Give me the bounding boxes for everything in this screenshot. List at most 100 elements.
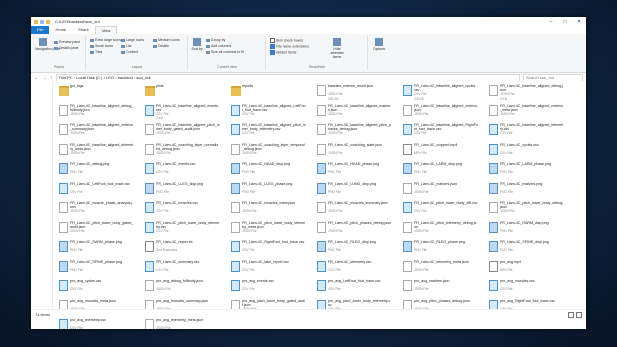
navigation-pane[interactable] [31, 81, 53, 319]
file-tile[interactable]: FR_Liam-4C_LeftFoot_foot_trace.csv CSV Fi… [59, 181, 135, 201]
medium-icons-option[interactable]: Medium icons [153, 38, 180, 42]
file-tile[interactable]: FR_Liam-4C_baseline_aligned_LeftFoot_foo… [231, 103, 307, 123]
tab-home[interactable]: Home [49, 26, 72, 34]
minimize-button[interactable]: – [544, 19, 558, 25]
file-tile[interactable]: FR_Liam-4C_pitch_lower_body_telemetry.cs… [145, 220, 221, 240]
file-tile[interactable]: FR_Liam-4C_baseline_aligned_markers.json… [317, 103, 393, 123]
file-tile[interactable]: FR_Liam-4C_debug.png PNG File [59, 161, 135, 181]
add-columns-button[interactable]: Add columns [206, 44, 231, 48]
close-button[interactable]: ✕ [572, 19, 586, 25]
file-tile[interactable]: FR_Liam-4C_LLEG_phase.png PNG File [231, 181, 307, 201]
file-tile[interactable]: FR_Liam-4C_RARM_phase.png PNG File [59, 239, 135, 259]
file-tile[interactable]: FR_Liam-4C_report.txt Text Document [145, 239, 221, 259]
small-icons-option[interactable]: Small icons [90, 44, 113, 48]
file-tile[interactable]: pro_avg_debug_fullbody.json JSON File [145, 278, 221, 298]
tiles-option[interactable]: Tiles [90, 50, 102, 54]
list-option[interactable]: List [121, 44, 131, 48]
file-tile[interactable]: FR_Liam-4C_pitch_lower_body_gated_audit.… [59, 220, 135, 240]
save-icon[interactable] [40, 19, 44, 24]
file-tile[interactable]: FR_Liam-4C_baseline_aligned_RightFoot_fo… [403, 122, 479, 142]
file-tile[interactable]: pro_avg_muscles.csv CSV File [489, 278, 565, 298]
file-tile[interactable]: FR_Liam-4C_baseline_aligned_metrics.json… [403, 103, 479, 123]
file-tile[interactable]: pro_avg.mp4 MP4 File [489, 259, 565, 279]
file-tile[interactable]: FR_Liam-4C_baseline_aligned_telemetry_me… [59, 142, 135, 162]
file-tile[interactable]: FR_Liam-4C_LARM_phase.png PNG File [489, 161, 565, 181]
file-tile[interactable]: FR_Liam-4C_pitch_telemetry_debug.json JSO… [403, 220, 479, 240]
file-tile[interactable]: FR_Liam-4C_HEAD_phase.png PNG File [317, 161, 393, 181]
details-pane-button[interactable]: Details pane [54, 46, 78, 50]
content-option[interactable]: Content [121, 50, 138, 54]
file-tile[interactable]: FR_Liam-4C_baseline_aligned_debug.json JS… [489, 83, 565, 103]
file-tile[interactable]: gui_logs [59, 83, 135, 103]
file-tile[interactable]: pro_avg_LeftFoot_foot_trace.csv CSV File [317, 278, 393, 298]
details-option[interactable]: Details [153, 44, 169, 48]
file-tile[interactable]: FR_Liam-4C_baseline_aligned_metrics_summ… [59, 122, 135, 142]
item-check-boxes-toggle[interactable]: Item check boxes [270, 38, 303, 43]
file-tile[interactable]: FR_Liam-4C_HEAD_disp.png PNG File [231, 161, 307, 181]
file-tile[interactable]: FR_Liam-4C_LUNG_disp.png PNG File [317, 181, 393, 201]
file-tile[interactable]: FR_Liam-4C_LLEG_disp.png PNG File [145, 181, 221, 201]
file-tile[interactable]: FR_Liam-4C_baseline_aligned_cycles.csv CS… [403, 83, 479, 103]
maximize-button[interactable]: □ [558, 19, 572, 25]
file-tile[interactable]: FR_Liam-4C_SPINE_phase.png PNG File [59, 259, 135, 279]
file-tile[interactable]: FR_Liam-4C_cycles.csv CSV File [489, 142, 565, 162]
file-tile[interactable]: FR_Liam-4C_RLEG_disp.png PNG File [317, 239, 393, 259]
file-tile[interactable]: FR_Liam-4C_summary.csv CSV File [145, 259, 221, 279]
file-tile[interactable]: FR_Liam-4C_SPINE_disp.png PNG File [489, 239, 565, 259]
file-tile[interactable]: FR_Liam-4C_baseline_aligned_pitch_lower_… [145, 122, 221, 142]
file-tile[interactable]: FR_Liam-4C_coaching_layer_temporal_debug… [231, 142, 307, 162]
file-tile[interactable]: baseline_metrics_result.json JSON File 205… [317, 83, 393, 103]
up-arrow-icon[interactable]: ↑ [50, 75, 53, 81]
file-tile[interactable]: FR_Liam-4C_baseline_aligned_telemetry.cs… [489, 122, 565, 142]
file-tile[interactable]: FR_Liam-4C_markers.png PNG File [489, 181, 565, 201]
file-tile[interactable]: FR_Liam-4C_pitch_lower_body_diff.csv CSV … [403, 200, 479, 220]
new-folder-icon[interactable] [46, 19, 50, 24]
folder-icon[interactable] [34, 19, 38, 24]
file-tile[interactable]: FR_Liam-4C_take_report.csv CSV File [231, 259, 307, 279]
sort-by-button[interactable]: Sort by [191, 38, 203, 51]
file-tile[interactable]: FR_Liam-4C_RLEG_phase.png PNG File [403, 239, 479, 259]
tab-share[interactable]: Share [72, 26, 95, 34]
file-tile[interactable]: FR_Liam-4C_events.csv CSV File [145, 161, 221, 181]
file-tile[interactable]: FR_Liam-4C_cropped.mp4 MP4 File [403, 142, 479, 162]
file-tile[interactable]: FR_Liam-4C_pitch_phases_debug.json JSON F… [317, 220, 393, 240]
preview-pane-button[interactable]: Preview pane [54, 40, 80, 44]
file-tile[interactable]: pro_avg_markers.json JSON File [403, 278, 479, 298]
file-tile[interactable]: plots [145, 83, 221, 103]
file-tile[interactable]: FR_Liam-4C_telemetry.csv CSV File [317, 259, 393, 279]
file-tile[interactable]: reports [231, 83, 307, 103]
group-by-button[interactable]: Group by [206, 38, 225, 42]
file-tile[interactable]: FR_Liam-4C_baseline_aligned_metrics_meta… [489, 103, 565, 123]
options-button[interactable]: Options [372, 38, 386, 51]
file-extensions-toggle[interactable]: File name extensions [270, 44, 309, 49]
file-tile[interactable]: FR_Liam-4C_coaching_layer_normalized_deb… [145, 142, 221, 162]
back-arrow-icon[interactable]: ← [34, 75, 39, 81]
navigation-pane-button[interactable]: Navigation pane [35, 38, 60, 51]
hidden-items-toggle[interactable]: Hidden items [270, 50, 296, 55]
file-tile[interactable]: FR_Liam-4C_pitch_lower_body_telemetry_me… [231, 220, 307, 240]
file-tile[interactable]: FR_Liam-4C_pitch_lower_body_debug.json JS… [489, 200, 565, 220]
file-tile[interactable]: FR_Liam-4C_baseline_aligned_pitch_lower_… [231, 122, 307, 142]
file-tile[interactable]: pro_avg_cycles.csv CSV File [59, 278, 135, 298]
file-tile[interactable]: FR_Liam-4C_baseline_aligned_debug_fullbo… [59, 103, 135, 123]
size-columns-button[interactable]: Size all columns to fit [206, 50, 244, 54]
file-tile[interactable]: FR_Liam-4C_baseline_aligned_pitch_phases… [317, 122, 393, 142]
tab-file[interactable]: File [31, 26, 50, 34]
file-tile[interactable]: FR_Liam-4C_coaching_state.json JSON File [317, 142, 393, 162]
details-view-icon[interactable] [568, 311, 574, 318]
large-icons-option[interactable]: Large icons [121, 38, 144, 42]
file-tile[interactable]: FR_Liam-4C_muscles_meta.json JSON File [231, 200, 307, 220]
hide-selected-button[interactable]: Hide selected items [327, 38, 347, 59]
file-tile[interactable]: FR_Liam-4C_markers.json JSON File [403, 181, 479, 201]
forward-arrow-icon[interactable]: → [42, 75, 47, 81]
file-tile[interactable]: FR_Liam-4C_baseline_aligned_events.csv CS… [145, 103, 221, 123]
file-tile[interactable]: pro_avg_events.csv CSV File [231, 278, 307, 298]
file-tile[interactable]: FR_Liam-4C_muscles_summary.json JSON File [317, 200, 393, 220]
file-tile[interactable]: FR_Liam-4C_RightFoot_foot_trace.csv CSV F… [231, 239, 307, 259]
extra-large-icons-option[interactable]: Extra large icons [90, 38, 121, 42]
file-tile[interactable]: FR_Liam-4C_muscle_phase_analysis.json JSO… [59, 200, 135, 220]
large-icons-view-icon[interactable] [576, 311, 582, 318]
file-tile[interactable]: FR_Liam-4C_RARM_disp.png PNG File [489, 220, 565, 240]
file-tile[interactable]: FR_Liam-4C_LARM_disp.png PNG File [403, 161, 479, 181]
file-tile[interactable]: FR_Liam-4C_muscles.csv CSV File [145, 200, 221, 220]
